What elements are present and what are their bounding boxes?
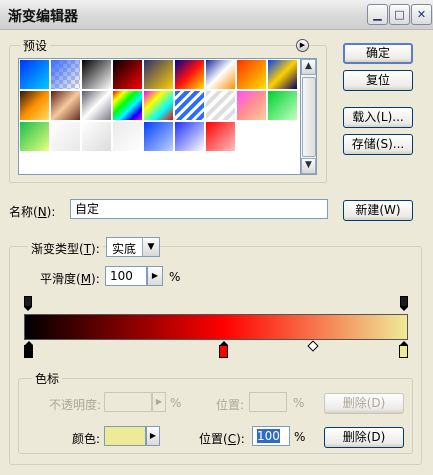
opacity-popup-button[interactable]: ▶ <box>152 392 166 412</box>
preset-swatch[interactable] <box>50 59 81 90</box>
scroll-thumb[interactable] <box>302 77 316 157</box>
play-icon: ▶ <box>149 431 157 440</box>
play-icon: ▶ <box>151 271 159 280</box>
preset-swatch[interactable] <box>205 59 236 90</box>
name-label: 名称(N): <box>9 205 56 219</box>
chevron-up-icon: ▲ <box>305 61 312 71</box>
preset-swatch[interactable] <box>143 121 174 152</box>
preset-swatch[interactable] <box>81 121 112 152</box>
location-value: 100 <box>257 429 280 443</box>
opacity-stop-body <box>24 296 32 307</box>
preset-swatch[interactable] <box>236 59 267 90</box>
play-icon: ▶ <box>155 397 163 406</box>
color-label: 颜色: <box>72 432 101 446</box>
play-icon: ▶ <box>299 41 306 49</box>
preset-swatch[interactable] <box>143 90 174 121</box>
preset-swatch[interactable] <box>267 59 298 90</box>
load-button[interactable]: 载入(L)... <box>343 107 413 128</box>
new-button[interactable]: 新建(W) <box>343 200 413 221</box>
smoothness-popup-button[interactable]: ▶ <box>147 266 163 286</box>
gradient-type-value: 实底 <box>112 242 137 256</box>
presets-legend: 预设 <box>20 37 51 54</box>
location-unit-disabled: % <box>293 396 305 410</box>
close-icon: ✕ <box>416 8 427 21</box>
opacity-unit: % <box>170 396 182 410</box>
opacity-input[interactable] <box>104 392 152 412</box>
smoothness-unit: % <box>169 270 181 284</box>
preset-swatch[interactable] <box>19 59 50 90</box>
preset-swatch[interactable] <box>205 121 236 152</box>
preset-swatch[interactable] <box>50 121 81 152</box>
location-label: 位置(C): <box>199 432 245 446</box>
chevron-down-icon: ▼ <box>305 160 312 170</box>
save-label: 存储(S)... <box>351 137 405 151</box>
load-label: 载入(L)... <box>352 110 404 124</box>
preset-swatch[interactable] <box>19 121 50 152</box>
preset-swatch[interactable] <box>174 59 205 90</box>
name-input[interactable]: 自定 <box>70 199 328 219</box>
preset-swatch[interactable] <box>81 90 112 121</box>
preset-swatch[interactable] <box>174 121 205 152</box>
color-stop-body <box>24 345 33 358</box>
preset-swatch[interactable] <box>112 121 143 152</box>
close-button[interactable]: ✕ <box>411 4 432 25</box>
delete-button[interactable]: 删除(D) <box>324 427 404 448</box>
preset-swatch[interactable] <box>50 90 81 121</box>
preset-swatch[interactable] <box>112 59 143 90</box>
scroll-down-button[interactable]: ▼ <box>301 158 316 174</box>
location-input[interactable]: 100 <box>252 426 290 446</box>
minimize-button[interactable]: ▁ <box>367 4 388 25</box>
preset-swatch[interactable] <box>205 90 236 121</box>
gradient-preview-bar[interactable] <box>24 314 408 340</box>
color-stop[interactable] <box>219 341 228 358</box>
save-button[interactable]: 存储(S)... <box>343 134 413 155</box>
opacity-stop-arrow <box>400 307 408 311</box>
gradient-type-select[interactable]: 实底 ▼ <box>106 237 160 257</box>
location-unit: % <box>294 430 306 444</box>
preset-swatch[interactable] <box>19 90 50 121</box>
smoothness-label: 平滑度(M): <box>40 272 100 286</box>
color-stop-body <box>219 345 228 358</box>
preset-swatch[interactable] <box>236 90 267 121</box>
presets-menu-button[interactable]: ▶ <box>296 39 309 52</box>
presets-scrollbar[interactable]: ▲ ▼ <box>301 58 317 175</box>
window-title: 渐变编辑器 <box>8 9 78 25</box>
opacity-stop[interactable] <box>24 296 32 311</box>
opacity-stop-body <box>400 296 408 307</box>
color-stops-legend: 色标 <box>32 370 63 387</box>
location-input-disabled[interactable] <box>249 392 287 412</box>
smoothness-input[interactable]: 100 <box>105 266 147 286</box>
minimize-icon: ▁ <box>373 8 382 21</box>
ok-button[interactable]: 确定 <box>343 43 413 64</box>
color-swatch[interactable] <box>104 426 146 446</box>
scroll-up-button[interactable]: ▲ <box>301 59 316 75</box>
presets-grid[interactable] <box>18 58 301 175</box>
preset-swatch[interactable] <box>81 59 112 90</box>
opacity-label: 不透明度: <box>49 398 102 412</box>
delete-button-disabled[interactable]: 删除(D) <box>324 393 404 414</box>
color-stop[interactable] <box>24 341 33 358</box>
maximize-icon: □ <box>394 8 405 21</box>
gradient-type-label: 渐变类型(T): <box>28 240 103 257</box>
color-popup-button[interactable]: ▶ <box>146 426 160 446</box>
preset-swatch[interactable] <box>267 90 298 121</box>
preset-swatch[interactable] <box>112 90 143 121</box>
reset-button[interactable]: 复位 <box>343 70 413 91</box>
preset-swatch[interactable] <box>143 59 174 90</box>
location-label-disabled: 位置: <box>216 398 245 412</box>
chevron-down-icon[interactable]: ▼ <box>142 238 159 256</box>
color-stop-body <box>399 345 408 358</box>
preset-swatch[interactable] <box>174 90 205 121</box>
opacity-stop-arrow <box>24 307 32 311</box>
color-stop[interactable] <box>399 341 408 358</box>
maximize-button[interactable]: □ <box>389 4 410 25</box>
opacity-stop[interactable] <box>400 296 408 311</box>
